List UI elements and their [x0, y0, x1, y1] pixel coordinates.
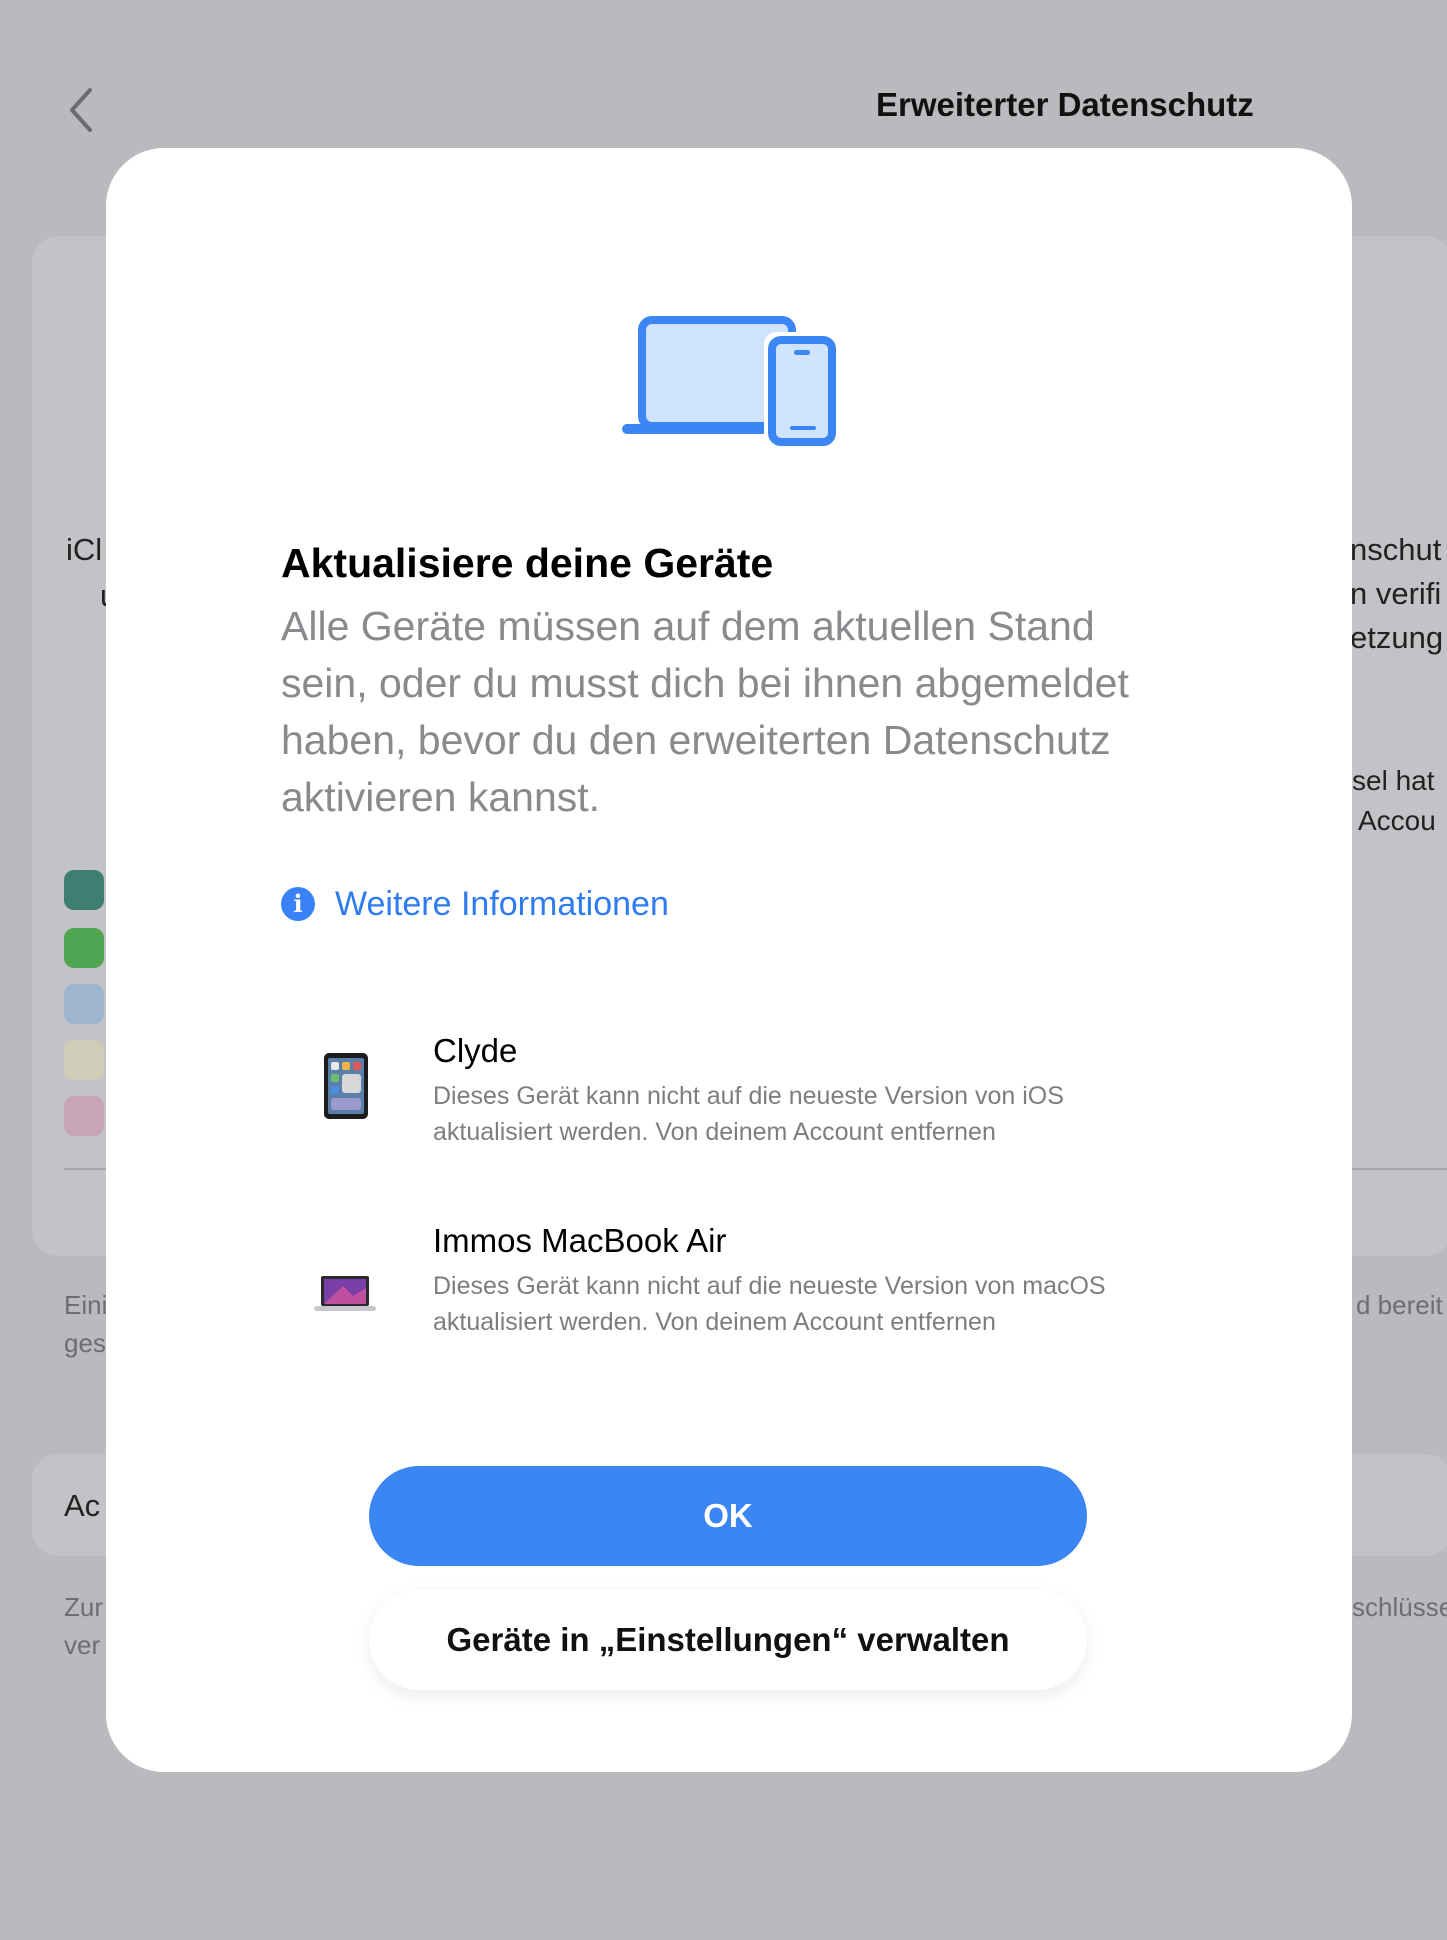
files-app-icon	[64, 984, 104, 1024]
bg-fragment: ver	[64, 1630, 101, 1660]
bg-fragment: Zur	[64, 1592, 103, 1622]
ipad-icon	[323, 1052, 369, 1125]
device-description: Dieses Gerät kann nicht auf die neueste …	[433, 1272, 1106, 1336]
bg-fragment: d bereit	[1356, 1290, 1443, 1320]
bg-fragment: ges	[64, 1328, 106, 1358]
page-title: Erweiterter Datenschutz	[876, 86, 1254, 123]
bg-fragment: Ac	[64, 1488, 101, 1523]
bg-fragment: iCl	[66, 532, 103, 567]
more-info-label: Weitere Informationen	[335, 884, 669, 923]
sheet-title: Aktualisiere deine Geräte	[281, 540, 774, 586]
notes-app-icon	[64, 1040, 104, 1080]
photos-app-icon	[64, 1096, 104, 1136]
device-row-clyde[interactable]: Clyde Dieses Gerät kann nicht auf die ne…	[321, 1032, 1221, 1146]
macbook-icon	[313, 1274, 377, 1319]
device-description: Dieses Gerät kann nicht auf die neueste …	[433, 1082, 1064, 1146]
divider	[1352, 1168, 1447, 1170]
messages-app-icon	[64, 928, 104, 968]
ok-button[interactable]: OK	[369, 1466, 1087, 1566]
manage-devices-button[interactable]: Geräte in „Einstellungen“ verwalten	[369, 1590, 1087, 1690]
device-name: Immos MacBook Air	[433, 1222, 727, 1259]
update-devices-sheet: Aktualisiere deine Geräte Alle Geräte mü…	[106, 148, 1352, 1772]
info-icon: i	[281, 887, 315, 921]
bg-fragment: etzung	[1350, 620, 1444, 655]
more-info-link[interactable]: i Weitere Informationen	[281, 882, 669, 926]
device-name: Clyde	[433, 1032, 518, 1069]
laptop-and-phone-icon	[616, 308, 846, 450]
backup-app-icon	[64, 870, 104, 910]
back-chevron-icon[interactable]	[62, 86, 102, 134]
bg-fragment: Eini	[64, 1290, 108, 1320]
bg-fragment: n verifi	[1350, 576, 1442, 611]
bg-fragment: nschut	[1350, 532, 1442, 567]
bg-fragment: schlüsse	[1352, 1592, 1447, 1622]
bg-fragment: Accou	[1358, 805, 1436, 836]
device-row-macbook[interactable]: Immos MacBook Air Dieses Gerät kann nich…	[314, 1222, 1221, 1372]
sheet-description: Alle Geräte müssen auf dem aktuellen Sta…	[281, 603, 1129, 820]
bg-fragment: sel hat	[1352, 765, 1435, 796]
